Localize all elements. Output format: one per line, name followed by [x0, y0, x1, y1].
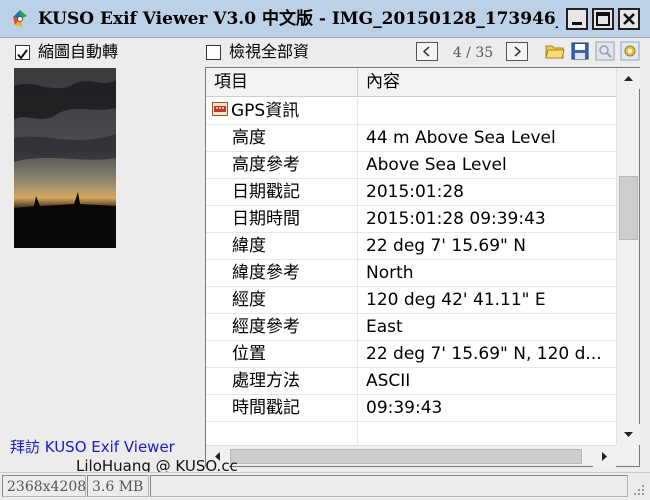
table-row[interactable]: 經度 120 deg 42' 41.11" E [206, 287, 616, 314]
row-key: 時間戳記 [206, 395, 358, 421]
group-label: GPS資訊 [231, 101, 300, 121]
minimize-button[interactable] [566, 8, 588, 30]
maximize-button[interactable] [592, 8, 614, 30]
table-row[interactable]: 高度 44 m Above Sea Level [206, 125, 616, 152]
row-value: East [366, 317, 403, 337]
page-indicator: 4 / 35 [452, 45, 494, 61]
table-body: GPS資訊 高度 44 m Above Sea Level 高度參考 Above… [206, 98, 616, 446]
scroll-right-button[interactable] [593, 446, 616, 467]
row-key: 日期戳記 [206, 179, 358, 205]
row-value: 22 deg 7' 15.69" N, 120 d... [366, 344, 602, 364]
row-value: Above Sea Level [366, 155, 507, 175]
folder-open-icon[interactable] [545, 41, 565, 61]
column-header-value[interactable]: 內容 [358, 68, 616, 97]
table-row[interactable]: 處理方法 ASCII [206, 368, 616, 395]
table-row[interactable]: 緯度 22 deg 7' 15.69" N [206, 233, 616, 260]
save-icon[interactable] [570, 41, 590, 61]
row-key: 位置 [206, 341, 358, 367]
row-value: North [366, 263, 414, 283]
row-key: 處理方法 [206, 368, 358, 394]
vertical-scrollbar[interactable] [616, 68, 640, 445]
scroll-up-button[interactable] [617, 68, 640, 89]
view-all-checkbox[interactable] [206, 45, 221, 60]
arrow-right-icon [602, 452, 607, 461]
resize-grip-icon[interactable] [630, 481, 646, 497]
arrow-down-icon [624, 432, 633, 437]
view-all-label: 檢視全部資 [229, 42, 310, 61]
row-value: 120 deg 42' 41.11" E [366, 290, 546, 310]
chevron-left-icon [422, 46, 430, 57]
horizontal-scroll-thumb[interactable] [230, 449, 582, 464]
row-key: 高度 [206, 125, 358, 151]
table-row[interactable]: 經度參考 East [206, 314, 616, 341]
visit-website-link[interactable]: 拜訪 KUSO Exif Viewer [10, 437, 175, 457]
zoom-icon[interactable] [595, 41, 615, 61]
vertical-scroll-thumb[interactable] [619, 176, 638, 240]
row-key: 緯度參考 [206, 260, 358, 286]
chevron-right-icon [514, 46, 522, 57]
app-icon [13, 10, 27, 27]
arrow-up-icon [624, 76, 633, 81]
close-icon [623, 13, 635, 25]
status-empty-panel [150, 475, 628, 497]
column-header-item[interactable]: 項目 [206, 68, 358, 97]
settings-icon[interactable] [620, 41, 640, 61]
status-file-size: 3.6 MB [87, 475, 149, 497]
checkmark-icon [17, 49, 28, 60]
status-dimensions: 2368x4208 [2, 475, 86, 497]
table-row-empty [206, 422, 616, 446]
table-row[interactable]: 位置 22 deg 7' 15.69" N, 120 d... [206, 341, 616, 368]
row-key: 日期時間 [206, 206, 358, 232]
table-row-group[interactable]: GPS資訊 [206, 98, 616, 125]
table-row[interactable]: 日期時間 2015:01:28 09:39:43 [206, 206, 616, 233]
table-row[interactable]: 高度參考 Above Sea Level [206, 152, 616, 179]
minimize-icon [572, 22, 582, 25]
thumb-rotate-label: 縮圖自動轉 [38, 42, 119, 61]
status-bar: 2368x4208 3.6 MB [0, 472, 650, 500]
horizontal-scrollbar[interactable] [206, 445, 616, 467]
scroll-down-button[interactable] [617, 424, 640, 445]
row-value: 2015:01:28 [366, 182, 464, 202]
table-row[interactable]: 時間戳記 09:39:43 [206, 395, 616, 422]
window-title: KUSO Exif Viewer V3.0 中文版 - IMG_20150128… [38, 9, 558, 29]
row-value: 09:39:43 [366, 398, 443, 418]
row-key: 高度參考 [206, 152, 358, 178]
table-header: 項目 內容 [206, 68, 616, 97]
row-value: ASCII [366, 371, 411, 391]
close-button[interactable] [618, 8, 640, 30]
exif-table[interactable]: 項目 內容 GPS資訊 高度 44 m Above Sea Level 高度參考… [205, 67, 640, 467]
row-value: 2015:01:28 09:39:43 [366, 209, 546, 229]
thumb-rotate-checkbox[interactable] [15, 45, 30, 60]
row-key: 經度參考 [206, 314, 358, 340]
next-page-button[interactable] [506, 42, 528, 61]
gps-group-icon [212, 102, 228, 116]
prev-page-button[interactable] [416, 42, 438, 61]
row-value: 44 m Above Sea Level [366, 128, 556, 148]
photo-thumbnail [14, 68, 116, 248]
maximize-icon [596, 12, 610, 26]
scroll-corner [616, 445, 639, 466]
table-row[interactable]: 緯度參考 North [206, 260, 616, 287]
row-key: 緯度 [206, 233, 358, 259]
row-key: 經度 [206, 287, 358, 313]
table-row[interactable]: 日期戳記 2015:01:28 [206, 179, 616, 206]
title-bar[interactable]: KUSO Exif Viewer V3.0 中文版 - IMG_20150128… [0, 0, 650, 38]
row-value: 22 deg 7' 15.69" N [366, 236, 526, 256]
